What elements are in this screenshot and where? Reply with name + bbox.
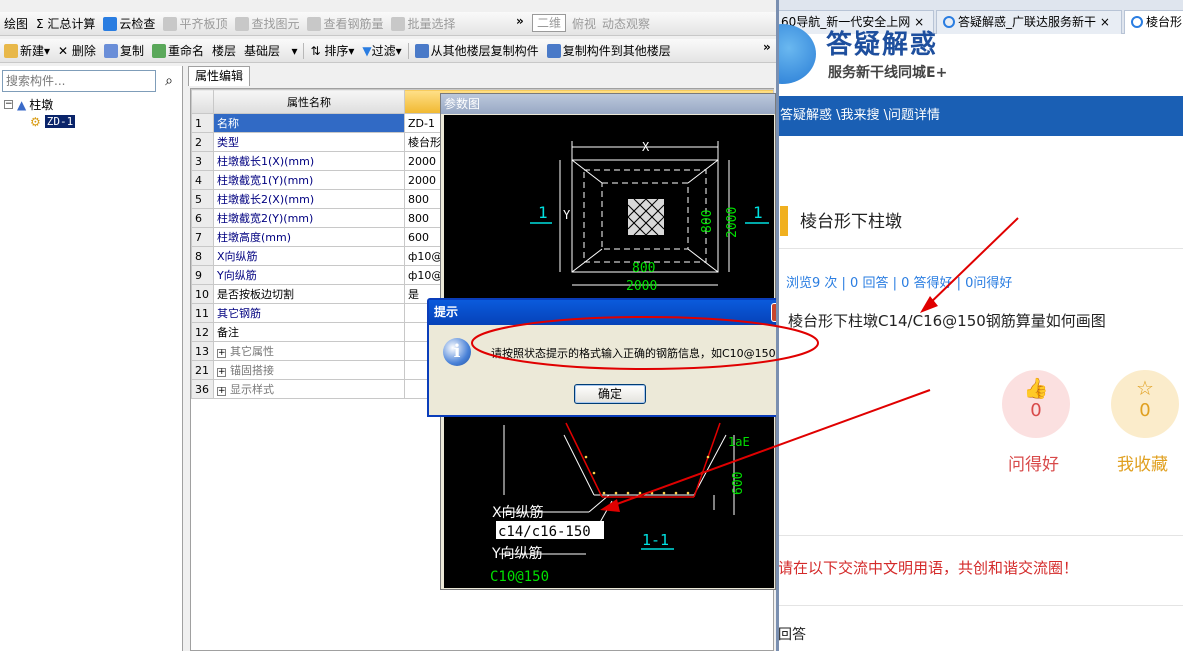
arrowhead-icon	[600, 499, 620, 512]
annotation-overlay	[471, 217, 1019, 512]
red-ellipse-annotation	[471, 316, 819, 370]
red-arrow-annotation	[924, 217, 1019, 309]
red-arrow-annotation	[605, 389, 931, 509]
